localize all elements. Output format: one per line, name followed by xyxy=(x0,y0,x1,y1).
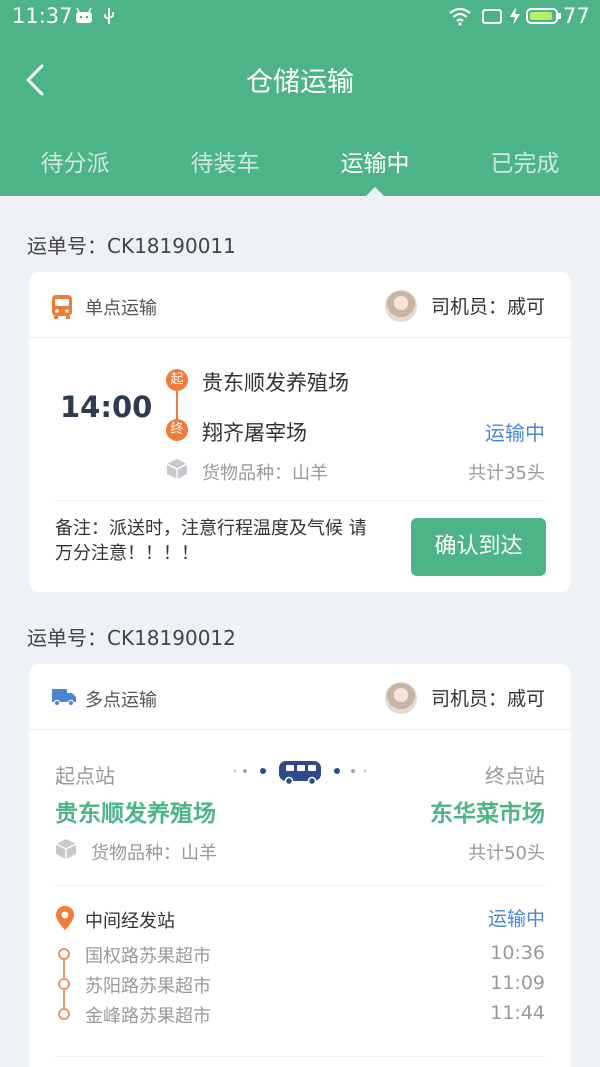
stop-time: 10:36 xyxy=(490,942,545,964)
stop-name: 金峰路苏果超市 xyxy=(85,1006,211,1027)
screen-icon xyxy=(482,9,502,24)
end-station-label: 终点站 xyxy=(485,764,545,788)
driver-name: 司机员：戚可 xyxy=(430,688,545,710)
intermediate-stations-label: 中间经发站 xyxy=(85,911,175,932)
stop-marker xyxy=(58,978,70,990)
location-pin-icon xyxy=(56,906,74,930)
tab-in-transit-label: 运输中 xyxy=(340,151,410,177)
tab-pending-loading[interactable]: 待装车 xyxy=(150,138,300,196)
stop-name: 苏阳路苏果超市 xyxy=(85,976,211,997)
route-line xyxy=(176,391,178,419)
stop-name: 国权路苏果超市 xyxy=(85,946,211,967)
package-icon xyxy=(55,839,77,859)
end-badge: 终 xyxy=(166,419,188,441)
status-time: 11:37 xyxy=(12,4,73,28)
wifi-icon xyxy=(449,7,471,26)
bus-icon xyxy=(52,295,72,319)
truck-icon xyxy=(52,689,76,707)
tab-bar: 待分派 待装车 运输中 已完成 xyxy=(0,138,600,196)
android-icon xyxy=(76,7,92,23)
usb-icon xyxy=(104,8,114,24)
tab-completed[interactable]: 已完成 xyxy=(450,138,600,196)
departure-time: 14:00 xyxy=(60,390,153,424)
card-header: 单点运输 司机员：戚可 xyxy=(29,272,571,338)
stop-marker xyxy=(58,948,70,960)
confirm-arrival-button[interactable]: 确认到达 xyxy=(411,518,546,576)
stop-marker xyxy=(58,1008,70,1020)
transport-type: 多点运输 xyxy=(85,690,157,711)
goods-count: 共计35头 xyxy=(468,463,545,484)
divider xyxy=(55,885,545,886)
stop-time: 11:09 xyxy=(490,972,545,994)
divider xyxy=(55,1056,545,1057)
status-badge: 运输中 xyxy=(487,908,545,930)
driver-avatar xyxy=(385,290,417,322)
order-card[interactable]: 多点运输 司机员：戚可 起点站 终点站 贵东顺发养殖场 东华菜市场 货物品种：山… xyxy=(29,664,571,1067)
order-number: 运单号：CK18190011 xyxy=(27,234,236,258)
route-progress-icon xyxy=(233,761,367,786)
stop-time: 11:44 xyxy=(490,1002,545,1024)
page-title: 仓储运输 xyxy=(246,67,354,98)
goods-type: 货物品种：山羊 xyxy=(202,463,328,484)
battery-level: 77 xyxy=(563,4,590,28)
card-header: 多点运输 司机员：戚可 xyxy=(29,664,571,730)
order-card[interactable]: 单点运输 司机员：戚可 14:00 起 终 贵东顺发养殖场 翔齐屠宰场 运输中 … xyxy=(29,272,571,592)
end-location: 翔齐屠宰场 xyxy=(202,421,307,445)
status-bar: 11:37 77 xyxy=(0,0,600,34)
driver-name: 司机员：戚可 xyxy=(430,296,545,318)
goods-count: 共计50头 xyxy=(468,843,545,864)
tab-pending-dispatch[interactable]: 待分派 xyxy=(0,138,150,196)
divider xyxy=(55,500,545,501)
battery-icon xyxy=(526,8,561,24)
order-note: 备注：派送时，注意行程温度及气候 请万分注意！！！！ xyxy=(55,518,367,564)
charging-icon xyxy=(510,7,520,25)
order-number: 运单号：CK18190012 xyxy=(27,626,236,650)
package-icon xyxy=(166,459,188,479)
end-station: 东华菜市场 xyxy=(430,801,545,827)
start-badge: 起 xyxy=(166,369,188,391)
tab-in-transit[interactable]: 运输中 xyxy=(300,138,450,196)
transport-type: 单点运输 xyxy=(85,298,157,319)
start-location: 贵东顺发养殖场 xyxy=(202,371,349,395)
start-station-label: 起点站 xyxy=(55,764,115,788)
goods-type: 货物品种：山羊 xyxy=(91,843,217,864)
start-station: 贵东顺发养殖场 xyxy=(55,801,216,827)
status-badge: 运输中 xyxy=(485,421,545,445)
active-tab-indicator xyxy=(366,187,384,196)
driver-avatar xyxy=(385,682,417,714)
app-header: 11:37 77 仓储运输 待分派 待装车 运输中 已完成 xyxy=(0,0,600,196)
